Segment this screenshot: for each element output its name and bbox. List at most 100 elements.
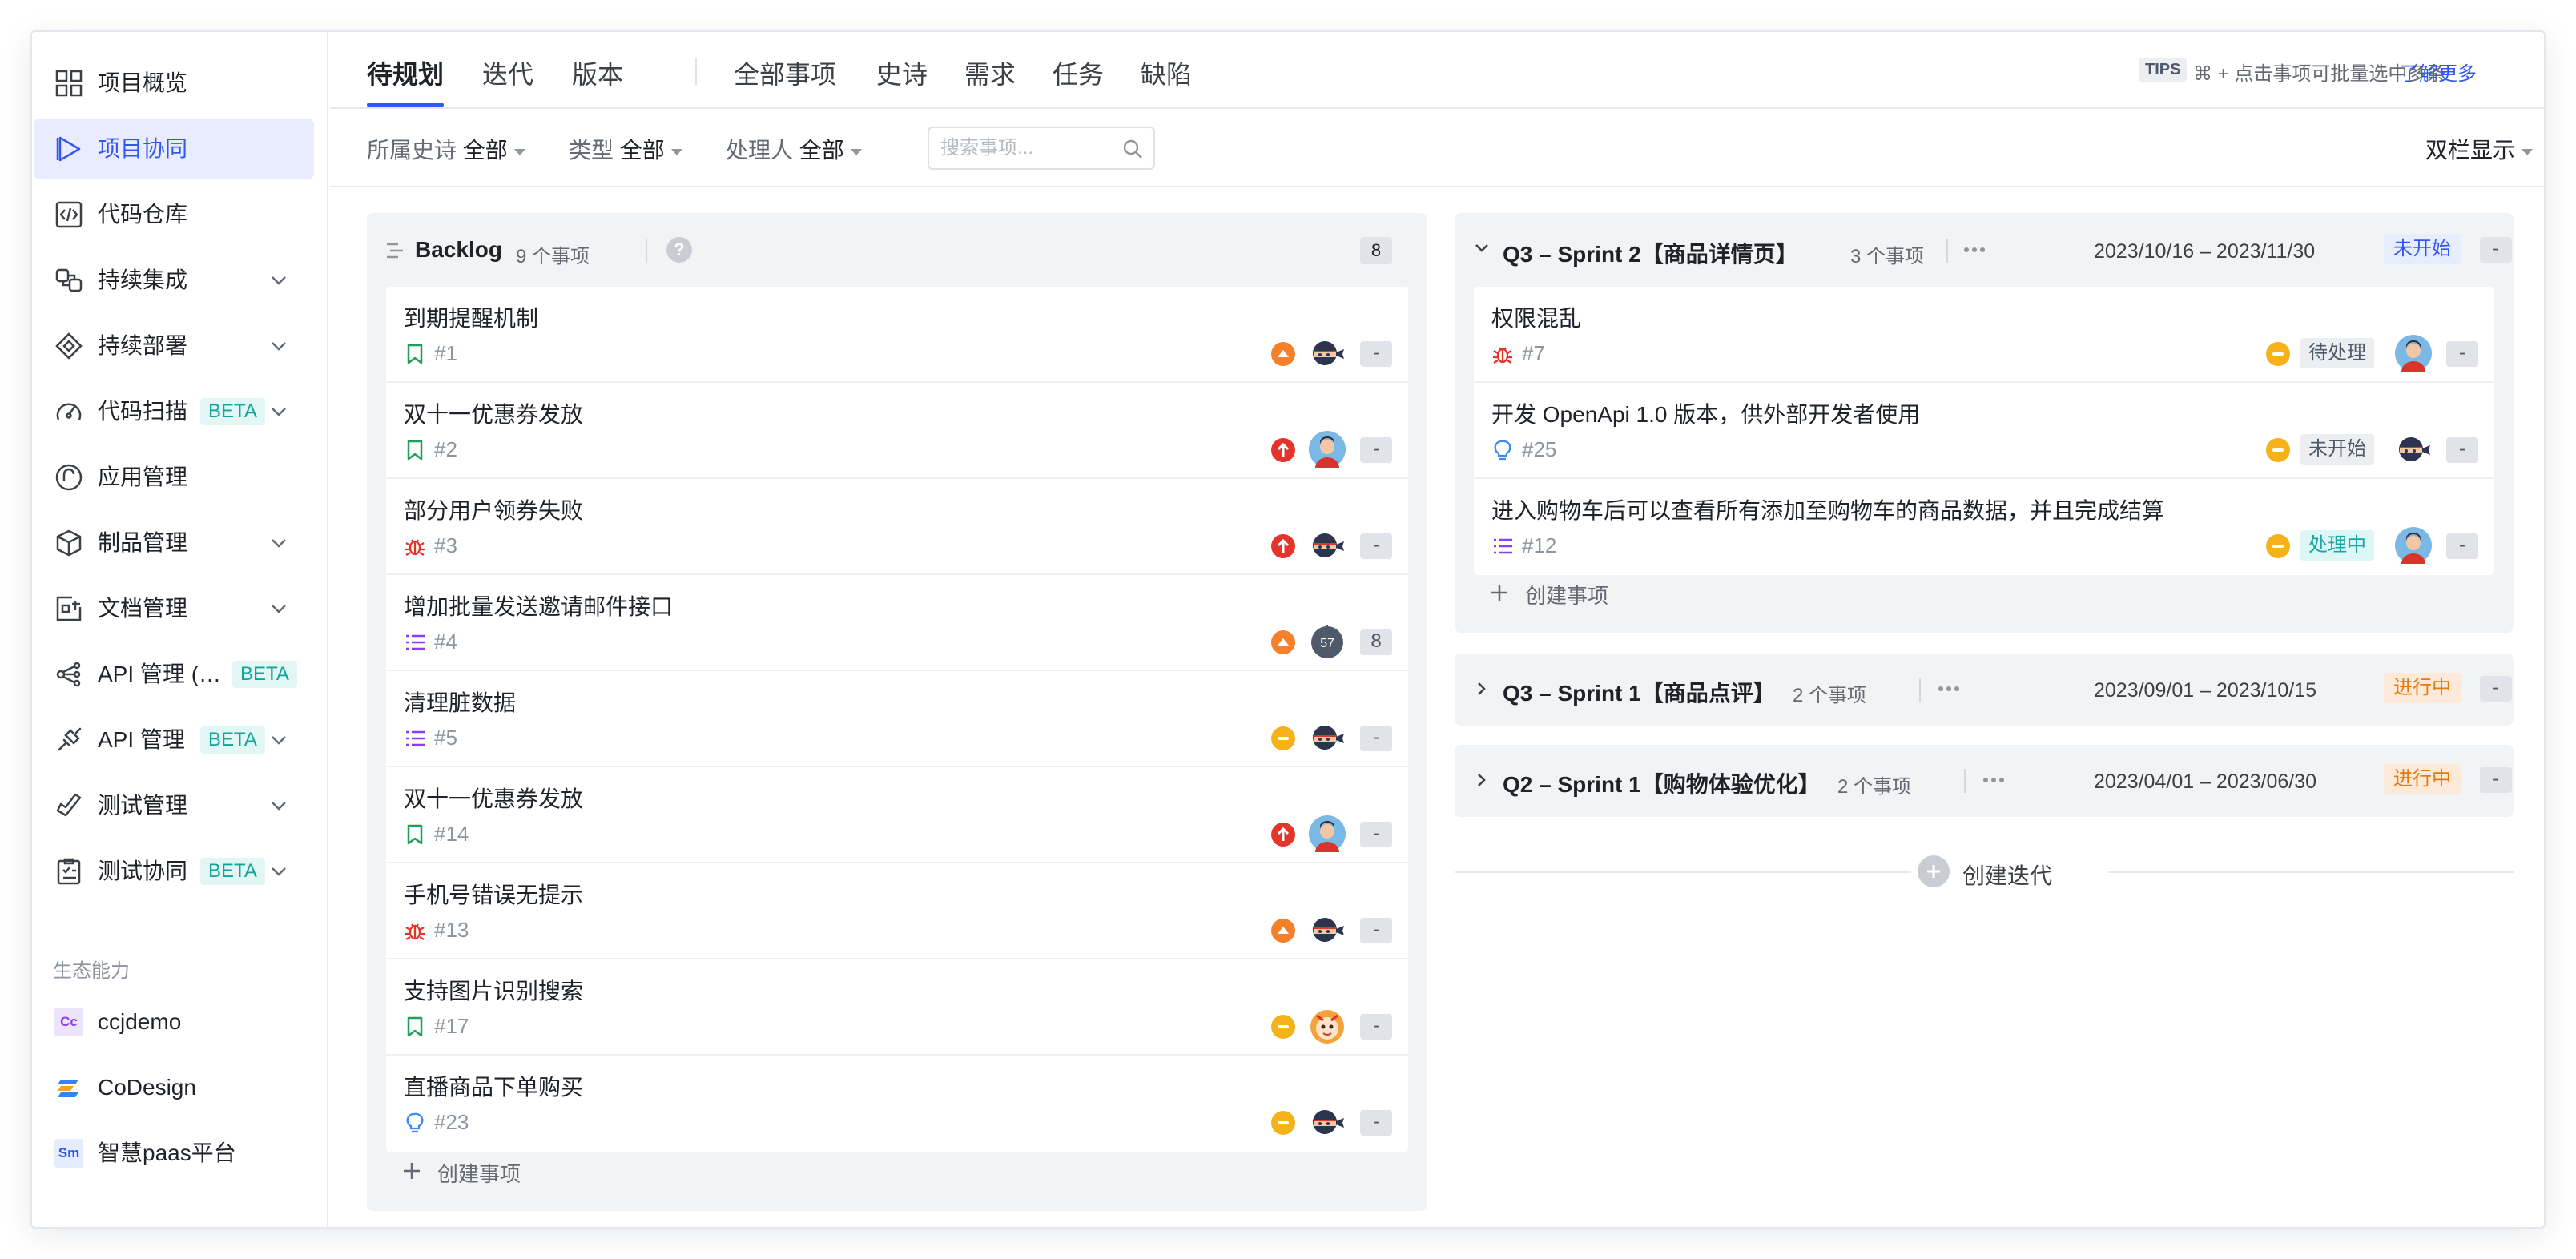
sidebar-item-repo[interactable]: 代码仓库	[34, 184, 314, 245]
issue-extra-button[interactable]: -	[1360, 437, 1392, 463]
priority-high-icon[interactable]	[1270, 630, 1296, 655]
issue-row[interactable]: 开发 OpenApi 1.0 版本，供外部开发者使用 #25 未开始 -	[1474, 383, 2494, 479]
epic-filter[interactable]: 所属史诗 全部	[367, 133, 525, 165]
chevron-right-icon[interactable]	[1472, 770, 1491, 790]
sidebar-item-test[interactable]: 测试管理	[34, 775, 314, 836]
priority-medium-icon[interactable]	[2265, 341, 2291, 367]
issue-state-tag[interactable]: 未开始	[2300, 434, 2374, 465]
issue-row[interactable]: 到期提醒机制 #1 -	[386, 287, 1408, 383]
issue-row[interactable]: 支持图片识别搜索 #17 -	[386, 959, 1408, 1056]
issue-row[interactable]: 手机号错误无提示 #13 -	[386, 863, 1408, 959]
priority-urgent-icon[interactable]	[1270, 437, 1296, 463]
issue-extra-button[interactable]: -	[1360, 533, 1392, 559]
type-filter[interactable]: 类型 全部	[569, 133, 682, 165]
sidebar-item-ci[interactable]: 持续集成	[34, 250, 314, 311]
avatar[interactable]	[2395, 527, 2432, 564]
avatar[interactable]	[1309, 527, 1346, 564]
issue-extra-button[interactable]: -	[1360, 918, 1392, 943]
priority-medium-icon[interactable]	[2265, 437, 2291, 463]
tab-backlog-plan[interactable]: 待规划	[367, 54, 444, 91]
issue-row[interactable]: 权限混乱 #7 待处理 -	[1474, 287, 2494, 383]
issue-extra-button[interactable]: -	[1360, 822, 1392, 847]
assignee-filter[interactable]: 处理人 全部	[726, 133, 862, 165]
issue-extra-button[interactable]: -	[1360, 1110, 1392, 1136]
issue-extra-button[interactable]: -	[1360, 726, 1392, 751]
sidebar-item-cd[interactable]: 持续部署	[34, 316, 314, 376]
sidebar-item-overview[interactable]: 项目概览	[34, 53, 314, 114]
issue-row[interactable]: 增加批量发送邀请邮件接口 #4 57 8	[386, 575, 1408, 671]
avatar[interactable]	[2395, 431, 2432, 468]
tab-iterations[interactable]: 迭代	[482, 54, 533, 91]
avatar[interactable]	[2395, 335, 2432, 372]
issue-row[interactable]: 进入购物车后可以查看所有添加至购物车的商品数据，并且完成结算 #12 处理中 -	[1474, 479, 2494, 575]
chevron-down-icon	[272, 867, 286, 876]
sprint-panel-collapsed[interactable]: Q3 – Sprint 1【商品点评】 2 个事项 2023/09/01 – 2…	[1455, 654, 2514, 726]
create-item-button[interactable]: 创建事项	[437, 1158, 521, 1188]
priority-high-icon[interactable]	[1270, 341, 1296, 367]
search-input[interactable]	[940, 135, 1117, 162]
sprint-extra-button[interactable]: -	[2480, 767, 2512, 793]
avatar[interactable]: 57	[1309, 623, 1346, 660]
eco-item-ccjdemo[interactable]: Cc ccjdemo	[34, 992, 314, 1052]
issue-extra-button[interactable]: -	[1360, 341, 1392, 367]
sidebar-item-api-share[interactable]: API 管理 (… BETA	[34, 644, 314, 705]
issue-extra-button[interactable]: -	[2446, 533, 2478, 559]
tab-versions[interactable]: 版本	[572, 54, 623, 91]
tab-epics[interactable]: 史诗	[876, 54, 928, 91]
sprint-extra-button[interactable]: -	[2480, 676, 2512, 702]
priority-medium-icon[interactable]	[1270, 726, 1296, 751]
tips-badge: TIPS	[2139, 58, 2188, 82]
sidebar-item-test-collab[interactable]: 测试协同 BETA	[34, 841, 314, 902]
eco-item-codesign[interactable]: CoDesign	[34, 1057, 314, 1118]
priority-high-icon[interactable]	[1270, 918, 1296, 943]
tab-requirements[interactable]: 需求	[964, 54, 1016, 91]
more-icon[interactable]	[1962, 242, 1986, 258]
tab-defects[interactable]: 缺陷	[1141, 54, 1192, 91]
avatar[interactable]	[1309, 1104, 1346, 1140]
help-icon[interactable]: ?	[666, 237, 692, 263]
sprint-panel-collapsed[interactable]: Q2 – Sprint 1【购物体验优化】 2 个事项 2023/04/01 –…	[1455, 745, 2514, 817]
sidebar-item-apps[interactable]: 应用管理	[34, 447, 314, 508]
issue-extra-button[interactable]: -	[1360, 1014, 1392, 1040]
issue-state-tag[interactable]: 处理中	[2300, 530, 2374, 561]
issue-row[interactable]: 双十一优惠券发放 #2 -	[386, 383, 1408, 479]
priority-urgent-icon[interactable]	[1270, 533, 1296, 559]
create-item-button[interactable]: 创建事项	[1525, 580, 1608, 609]
idea-type-icon	[406, 1112, 424, 1133]
search-icon[interactable]	[1121, 138, 1144, 160]
issue-extra-button[interactable]: -	[2446, 341, 2478, 367]
avatar[interactable]	[1309, 815, 1346, 852]
priority-medium-icon[interactable]	[1270, 1110, 1296, 1136]
issue-row[interactable]: 清理脏数据 #5 -	[386, 671, 1408, 767]
priority-medium-icon[interactable]	[1270, 1014, 1296, 1040]
sidebar-item-api[interactable]: API 管理 BETA	[34, 710, 314, 770]
avatar[interactable]	[1309, 431, 1346, 468]
avatar[interactable]	[1309, 719, 1346, 756]
learn-more-link[interactable]: 了解更多	[2400, 58, 2477, 86]
more-icon[interactable]	[1937, 681, 1961, 697]
avatar[interactable]	[1309, 911, 1346, 948]
issue-extra-button[interactable]: 8	[1360, 630, 1392, 655]
issue-row[interactable]: 双十一优惠券发放 #14 -	[386, 767, 1408, 863]
more-icon[interactable]	[1982, 772, 2006, 788]
avatar[interactable]	[1309, 1008, 1346, 1044]
priority-medium-icon[interactable]	[2265, 533, 2291, 559]
sidebar-item-collaboration[interactable]: 项目协同	[34, 119, 314, 179]
sprint-extra-button[interactable]: -	[2480, 237, 2512, 263]
issue-title: 权限混乱	[1491, 306, 1582, 331]
avatar[interactable]	[1309, 335, 1346, 372]
sidebar-item-artifacts[interactable]: 制品管理	[34, 513, 314, 573]
tab-tasks[interactable]: 任务	[1053, 54, 1104, 91]
sidebar-item-docs[interactable]: 文档管理	[34, 578, 314, 639]
issue-row[interactable]: 部分用户领券失败 #3 -	[386, 479, 1408, 575]
priority-urgent-icon[interactable]	[1270, 822, 1296, 847]
chevron-down-icon[interactable]	[1472, 239, 1491, 258]
eco-item-paas[interactable]: Sm 智慧paas平台	[34, 1123, 314, 1184]
sidebar-item-scan[interactable]: 代码扫描 BETA	[34, 381, 314, 442]
tab-all-items[interactable]: 全部事项	[734, 54, 836, 91]
view-mode-dropdown[interactable]: 双栏显示	[2425, 133, 2534, 165]
chevron-right-icon[interactable]	[1472, 679, 1491, 698]
issue-state-tag[interactable]: 待处理	[2300, 338, 2374, 368]
issue-extra-button[interactable]: -	[2446, 437, 2478, 463]
issue-row[interactable]: 直播商品下单购买 #23 -	[386, 1056, 1408, 1152]
